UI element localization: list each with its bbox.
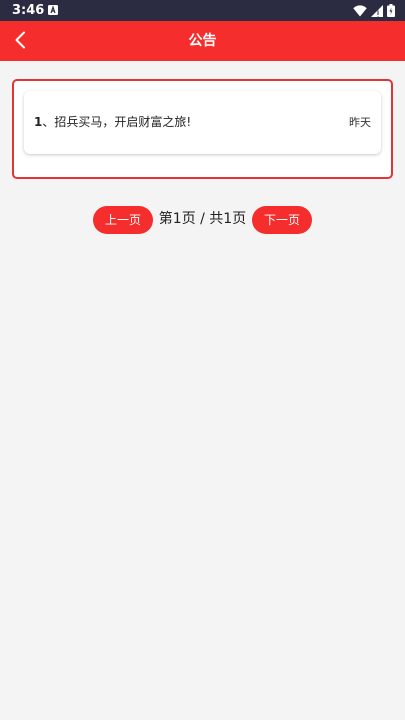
battery-icon (387, 4, 395, 17)
wifi-icon (353, 4, 367, 16)
status-icons (353, 3, 395, 18)
notice-separator: 、 (42, 115, 55, 129)
signal-icon (371, 4, 383, 17)
back-button[interactable] (6, 25, 34, 55)
chevron-left-icon (15, 31, 25, 49)
notice-list: 1、招兵买马，开启财富之旅! 昨天 (12, 79, 393, 179)
next-page-button[interactable]: 下一页 (252, 206, 312, 234)
status-bar: 3:46 (0, 0, 405, 21)
status-time: 3:46 (12, 3, 45, 18)
notice-date: 昨天 (349, 116, 371, 129)
pagination: 上一页 第1页 / 共1页 下一页 (0, 206, 405, 234)
app-header: 公告 (0, 21, 405, 61)
notice-title: 1、招兵买马，开启财富之旅! (34, 91, 191, 154)
prev-page-button[interactable]: 上一页 (93, 206, 153, 234)
notification-a-icon (48, 5, 58, 15)
notice-title-text: 招兵买马，开启财富之旅! (54, 115, 192, 129)
page-title: 公告 (188, 33, 217, 49)
notice-item[interactable]: 1、招兵买马，开启财富之旅! 昨天 (24, 91, 381, 154)
page-info: 第1页 / 共1页 (158, 211, 247, 227)
